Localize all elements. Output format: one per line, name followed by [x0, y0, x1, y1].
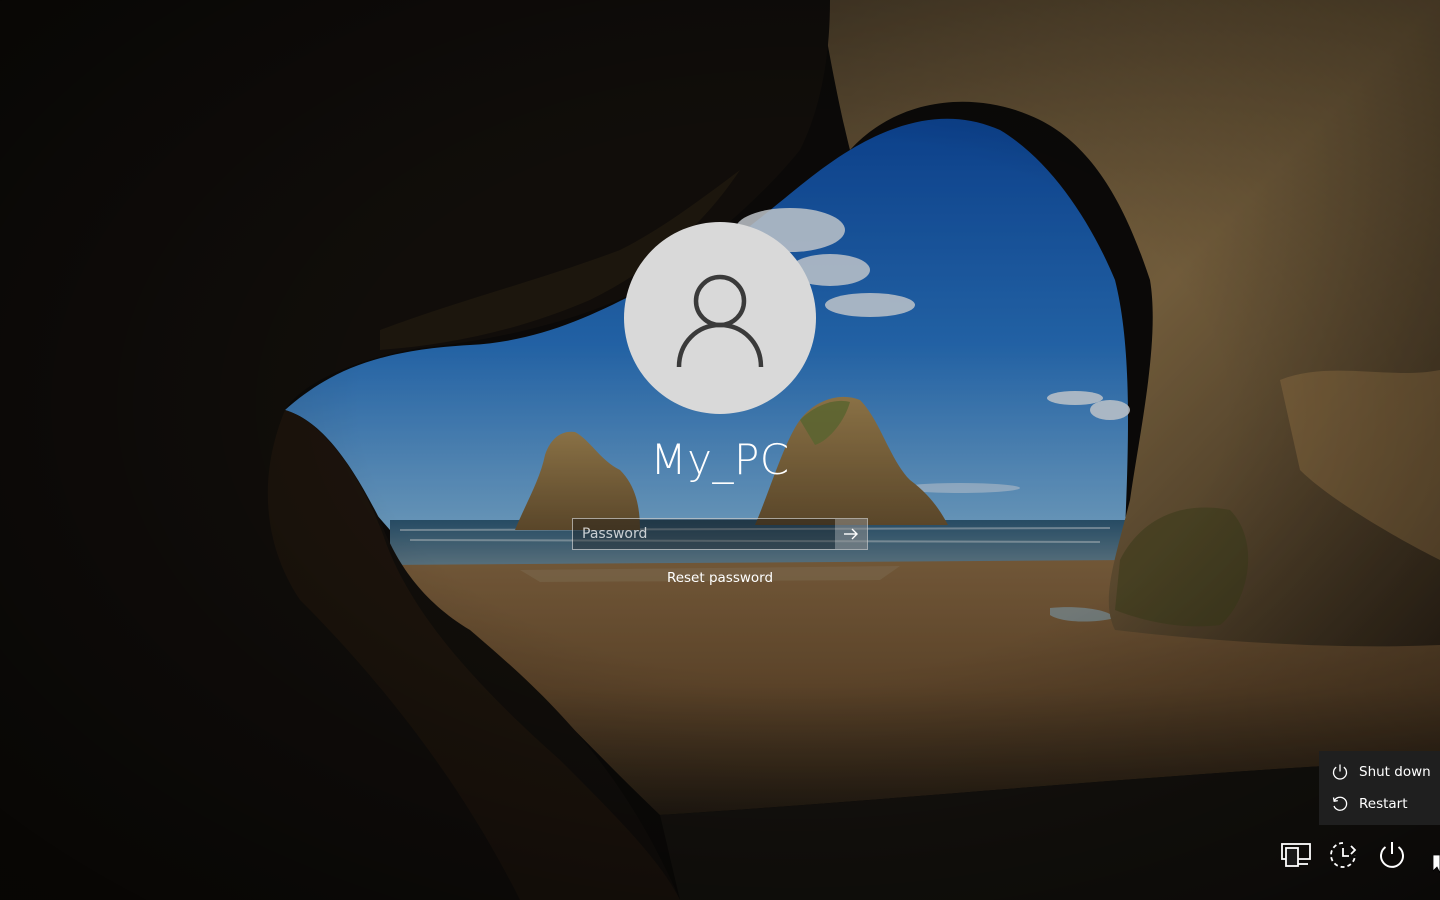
user-silhouette-icon: [676, 274, 764, 368]
network-button[interactable]: [1278, 838, 1314, 872]
ease-of-access-icon: [1330, 842, 1357, 868]
username-label: My_PC: [650, 435, 790, 484]
password-field[interactable]: [572, 518, 868, 550]
lock-screen: My_PC Reset password Shut down Restart: [0, 0, 1440, 900]
submit-button[interactable]: [835, 519, 867, 549]
network-icon: [1281, 843, 1311, 867]
password-input[interactable]: [573, 519, 835, 549]
power-menu: Shut down Restart: [1319, 751, 1440, 825]
reset-password-link[interactable]: Reset password: [0, 569, 1440, 587]
user-avatar: [624, 222, 816, 414]
menu-item-shut-down[interactable]: Shut down: [1319, 756, 1440, 788]
power-icon: [1380, 842, 1404, 868]
restart-icon: [1330, 794, 1350, 814]
power-icon: [1330, 762, 1350, 782]
mouse-cursor-icon: [1433, 855, 1440, 873]
menu-item-label: Restart: [1359, 796, 1408, 812]
ease-of-access-button[interactable]: [1325, 838, 1361, 872]
menu-item-label: Shut down: [1359, 764, 1431, 780]
arrow-right-icon: [844, 528, 858, 540]
power-button[interactable]: [1374, 838, 1410, 872]
menu-item-restart[interactable]: Restart: [1319, 788, 1440, 820]
